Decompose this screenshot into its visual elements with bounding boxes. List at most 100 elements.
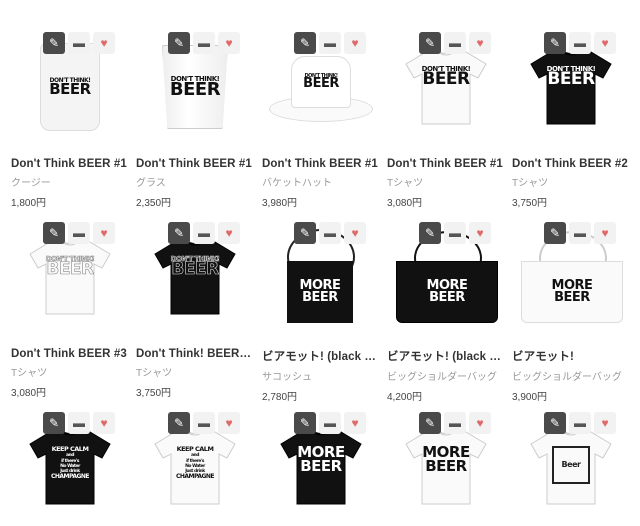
folder-icon[interactable]: ▬ bbox=[68, 32, 90, 54]
product-title[interactable]: ビアモット! (black b… bbox=[262, 348, 380, 364]
product-card[interactable]: MORE BEER ✎ ▬ ♥ ビアモット! ビッグショルダーバッグ 3,900円 bbox=[512, 218, 630, 403]
pencil-icon[interactable]: ✎ bbox=[43, 222, 65, 244]
pencil-icon[interactable]: ✎ bbox=[294, 32, 316, 54]
product-thumbnail[interactable]: MORE BEER ✎ ▬ ♥ bbox=[387, 218, 505, 336]
heart-icon[interactable]: ♥ bbox=[344, 222, 366, 244]
heart-icon[interactable]: ♥ bbox=[594, 412, 616, 434]
product-thumbnail[interactable]: DON'T THINK! BEER ✎ ▬ ♥ bbox=[11, 28, 129, 146]
folder-icon[interactable]: ▬ bbox=[569, 412, 591, 434]
product-thumbnail[interactable]: MORE BEER ✎ ▬ ♥ bbox=[512, 218, 630, 336]
product-card[interactable]: MORE BEER ✎ ▬ ♥ ビアモット! (black b… ビッグショルダーバッグ 4,… bbox=[387, 218, 505, 403]
folder-icon[interactable]: ▬ bbox=[319, 222, 341, 244]
tshirt-image: KEEP CALM and if there's No Water Just drink… bbox=[28, 428, 112, 506]
card-actions: ✎ ▬ ♥ bbox=[544, 412, 616, 434]
folder-icon[interactable]: ▬ bbox=[444, 32, 466, 54]
pencil-icon[interactable]: ✎ bbox=[43, 32, 65, 54]
pencil-icon[interactable]: ✎ bbox=[43, 412, 65, 434]
pencil-icon[interactable]: ✎ bbox=[544, 32, 566, 54]
heart-icon[interactable]: ♥ bbox=[218, 412, 240, 434]
pencil-icon[interactable]: ✎ bbox=[168, 32, 190, 54]
heart-icon[interactable]: ♥ bbox=[469, 412, 491, 434]
product-category: クージー bbox=[11, 178, 51, 189]
pencil-icon[interactable]: ✎ bbox=[419, 412, 441, 434]
product-title[interactable]: Don't Think BEER #3 bbox=[11, 348, 129, 360]
card-actions: ✎ ▬ ♥ bbox=[294, 222, 366, 244]
heart-icon[interactable]: ♥ bbox=[469, 222, 491, 244]
pencil-icon[interactable]: ✎ bbox=[168, 412, 190, 434]
pencil-icon[interactable]: ✎ bbox=[419, 32, 441, 54]
folder-icon[interactable]: ▬ bbox=[193, 32, 215, 54]
product-category: Tシャツ bbox=[11, 368, 48, 379]
product-thumbnail[interactable]: DON'T THINK! BEER ✎ ▬ ♥ bbox=[11, 218, 129, 336]
product-thumbnail[interactable]: KEEP CALM and if there's No Water Just drink… bbox=[11, 408, 129, 526]
product-card[interactable]: DON'T THINK! BEER ✎ ▬ ♥ Don't Think BEER #1 Tシ… bbox=[387, 28, 505, 209]
product-card[interactable]: DON'T THINK! BEER ✎ ▬ ♥ Don't Think BEER #1 バケ… bbox=[262, 28, 380, 209]
product-card[interactable]: Beer ✎ ▬ ♥ bbox=[512, 408, 630, 526]
folder-icon[interactable]: ▬ bbox=[569, 32, 591, 54]
pencil-icon[interactable]: ✎ bbox=[294, 222, 316, 244]
folder-icon[interactable]: ▬ bbox=[444, 222, 466, 244]
product-thumbnail[interactable]: DON'T THINK! BEER ✎ ▬ ♥ bbox=[136, 28, 254, 146]
product-title[interactable]: Don't Think BEER #1 bbox=[262, 158, 380, 170]
print-line: BEER bbox=[547, 69, 595, 90]
product-title[interactable]: Don't Think BEER #1 bbox=[11, 158, 129, 170]
product-category: Tシャツ bbox=[387, 178, 424, 189]
product-card[interactable]: DON'T THINK! BEER ✎ ▬ ♥ Don't Think BEER #2 Tシ… bbox=[512, 28, 630, 209]
heart-icon[interactable]: ♥ bbox=[93, 412, 115, 434]
pencil-icon[interactable]: ✎ bbox=[168, 222, 190, 244]
product-thumbnail[interactable]: MORE BEER ✎ ▬ ♥ bbox=[262, 218, 380, 336]
product-thumbnail[interactable]: DON'T THINK! BEER ✎ ▬ ♥ bbox=[512, 28, 630, 146]
product-card[interactable]: KEEP CALM and if there's No Water Just drink… bbox=[11, 408, 129, 526]
product-thumbnail[interactable]: KEEP CALM and if there's No Water Just drink… bbox=[136, 408, 254, 526]
product-thumbnail[interactable]: MORE BEER ✎ ▬ ♥ bbox=[262, 408, 380, 526]
heart-icon[interactable]: ♥ bbox=[218, 32, 240, 54]
product-card[interactable]: DON'T THINK! BEER ✎ ▬ ♥ Don't Think BEER #3 Tシ… bbox=[11, 218, 129, 399]
folder-icon[interactable]: ▬ bbox=[193, 222, 215, 244]
product-thumbnail[interactable]: Beer ✎ ▬ ♥ bbox=[512, 408, 630, 526]
heart-icon[interactable]: ♥ bbox=[344, 412, 366, 434]
product-thumbnail[interactable]: DON'T THINK! BEER ✎ ▬ ♥ bbox=[262, 28, 380, 146]
folder-icon[interactable]: ▬ bbox=[319, 412, 341, 434]
product-thumbnail[interactable]: DON'T THINK! BEER ✎ ▬ ♥ bbox=[136, 218, 254, 336]
folder-icon[interactable]: ▬ bbox=[444, 412, 466, 434]
product-title[interactable]: Don't Think! BEER … bbox=[136, 348, 254, 360]
heart-icon[interactable]: ♥ bbox=[93, 32, 115, 54]
product-title[interactable]: ビアモット! (black b… bbox=[387, 348, 505, 364]
print-line: BEER bbox=[422, 69, 470, 90]
folder-icon[interactable]: ▬ bbox=[68, 412, 90, 434]
pencil-icon[interactable]: ✎ bbox=[294, 412, 316, 434]
tshirt-image: KEEP CALM and if there's No Water Just drink… bbox=[153, 428, 237, 506]
print-line: BEER bbox=[171, 259, 219, 280]
heart-icon[interactable]: ♥ bbox=[218, 222, 240, 244]
product-card[interactable]: DON'T THINK! BEER ✎ ▬ ♥ Don't Think BEER #1 クー… bbox=[11, 28, 129, 209]
product-price: 3,080円 bbox=[11, 388, 47, 399]
product-card[interactable]: KEEP CALM and if there's No Water Just drink… bbox=[136, 408, 254, 526]
folder-icon[interactable]: ▬ bbox=[68, 222, 90, 244]
product-card[interactable]: MORE BEER ✎ ▬ ♥ ビアモット! (black b… サコッシュ 2,780円 bbox=[262, 218, 380, 403]
heart-icon[interactable]: ♥ bbox=[469, 32, 491, 54]
folder-icon[interactable]: ▬ bbox=[569, 222, 591, 244]
heart-icon[interactable]: ♥ bbox=[594, 32, 616, 54]
product-card[interactable]: MORE BEER ✎ ▬ ♥ bbox=[387, 408, 505, 526]
folder-icon[interactable]: ▬ bbox=[193, 412, 215, 434]
folder-icon[interactable]: ▬ bbox=[319, 32, 341, 54]
product-title[interactable]: Don't Think BEER #1 bbox=[136, 158, 254, 170]
product-thumbnail[interactable]: DON'T THINK! BEER ✎ ▬ ♥ bbox=[387, 28, 505, 146]
product-price: 2,780円 bbox=[262, 392, 298, 403]
card-actions: ✎ ▬ ♥ bbox=[544, 32, 616, 54]
product-category: Tシャツ bbox=[512, 178, 549, 189]
product-card[interactable]: DON'T THINK! BEER ✎ ▬ ♥ Don't Think BEER #1 グラ… bbox=[136, 28, 254, 209]
pencil-icon[interactable]: ✎ bbox=[544, 412, 566, 434]
product-card[interactable]: MORE BEER ✎ ▬ ♥ bbox=[262, 408, 380, 526]
product-thumbnail[interactable]: MORE BEER ✎ ▬ ♥ bbox=[387, 408, 505, 526]
product-card[interactable]: DON'T THINK! BEER ✎ ▬ ♥ Don't Think! BEER … Tシ… bbox=[136, 218, 254, 399]
product-title[interactable]: Don't Think BEER #2 bbox=[512, 158, 630, 170]
product-title[interactable]: ビアモット! bbox=[512, 348, 630, 364]
pencil-icon[interactable]: ✎ bbox=[544, 222, 566, 244]
product-title[interactable]: Don't Think BEER #1 bbox=[387, 158, 505, 170]
product-category: ビッグショルダーバッグ bbox=[387, 372, 497, 383]
heart-icon[interactable]: ♥ bbox=[344, 32, 366, 54]
heart-icon[interactable]: ♥ bbox=[93, 222, 115, 244]
pencil-icon[interactable]: ✎ bbox=[419, 222, 441, 244]
heart-icon[interactable]: ♥ bbox=[594, 222, 616, 244]
